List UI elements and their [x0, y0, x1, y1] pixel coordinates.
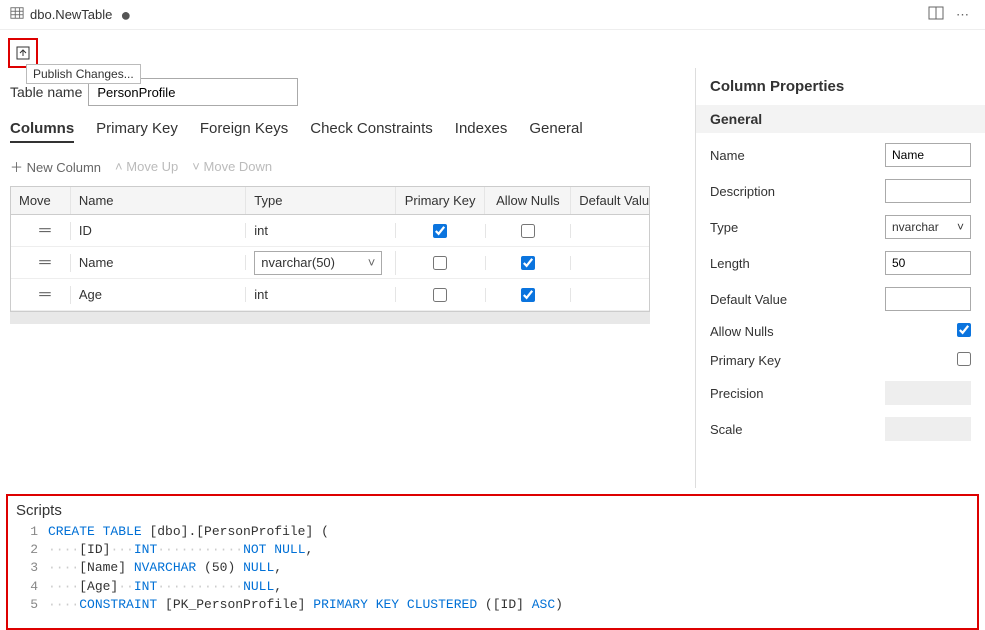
chevron-down-icon: ˅ [192, 159, 200, 174]
prop-nulls-checkbox[interactable] [957, 323, 971, 337]
prop-type-select[interactable]: nvarchar˅ [885, 215, 971, 239]
tab-primary-key[interactable]: Primary Key [96, 120, 178, 143]
tab-check-constraints[interactable]: Check Constraints [310, 120, 433, 143]
prop-label-description: Description [710, 184, 885, 199]
table-row[interactable]: ═ Name nvarchar(50) ˅ [11, 247, 649, 279]
prop-default-input[interactable] [885, 287, 971, 311]
drag-handle-icon[interactable]: ═ [19, 222, 70, 240]
split-editor-icon[interactable] [922, 3, 950, 26]
columns-grid: Move Name Type Primary Key Allow Nulls D… [10, 186, 650, 312]
scripts-title: Scripts [16, 502, 969, 519]
move-up-button[interactable]: ˄ Move Up [115, 159, 178, 174]
tab-general[interactable]: General [529, 120, 582, 143]
cell-type[interactable]: int [246, 223, 396, 238]
table-icon [10, 6, 24, 23]
properties-section-general: General [696, 105, 985, 133]
col-header-pk: Primary Key [396, 187, 486, 214]
table-row[interactable]: ═ ID int [11, 215, 649, 247]
cell-name[interactable]: Name [71, 255, 246, 270]
dirty-indicator-icon: ● [120, 6, 131, 24]
cell-name[interactable]: ID [71, 223, 246, 238]
prop-label-scale: Scale [710, 422, 885, 437]
nulls-checkbox[interactable] [521, 288, 535, 302]
pk-checkbox[interactable] [433, 256, 447, 270]
prop-label-length: Length [710, 256, 885, 271]
col-header-type: Type [246, 187, 396, 214]
cell-type[interactable]: int [246, 287, 396, 302]
more-actions-icon[interactable]: ⋯ [950, 5, 975, 25]
nulls-checkbox[interactable] [521, 256, 535, 270]
prop-precision-readonly [885, 381, 971, 405]
scripts-panel: Scripts 1CREATE TABLE [dbo].[PersonProfi… [6, 494, 979, 630]
prop-label-precision: Precision [710, 386, 885, 401]
col-header-nulls: Allow Nulls [485, 187, 571, 214]
editor-tab-title: dbo.NewTable [30, 7, 112, 22]
horizontal-scrollbar[interactable] [10, 312, 650, 324]
new-column-button[interactable]: ＋ New Column [10, 157, 101, 176]
table-row[interactable]: ═ Age int [11, 279, 649, 311]
prop-length-input[interactable] [885, 251, 971, 275]
cell-name[interactable]: Age [71, 287, 246, 302]
properties-title: Column Properties [696, 68, 985, 105]
type-select[interactable]: nvarchar(50) ˅ [254, 251, 382, 275]
nulls-checkbox[interactable] [521, 224, 535, 238]
col-header-move: Move [11, 187, 71, 214]
chevron-down-icon: ˅ [957, 220, 964, 234]
prop-label-nulls: Allow Nulls [710, 324, 957, 339]
pk-checkbox[interactable] [433, 288, 447, 302]
prop-name-input[interactable] [885, 143, 971, 167]
publish-tooltip: Publish Changes... [26, 64, 141, 84]
tab-indexes[interactable]: Indexes [455, 120, 508, 143]
prop-label-name: Name [710, 148, 885, 163]
prop-scale-readonly [885, 417, 971, 441]
drag-handle-icon[interactable]: ═ [19, 286, 70, 304]
prop-description-input[interactable] [885, 179, 971, 203]
pk-checkbox[interactable] [433, 224, 447, 238]
scripts-code[interactable]: 1CREATE TABLE [dbo].[PersonProfile] ( 2·… [16, 523, 969, 614]
tab-foreign-keys[interactable]: Foreign Keys [200, 120, 288, 143]
prop-label-type: Type [710, 220, 885, 235]
publish-changes-button[interactable] [12, 42, 34, 64]
prop-pk-checkbox[interactable] [957, 352, 971, 366]
drag-handle-icon[interactable]: ═ [19, 254, 70, 272]
chevron-up-icon: ˄ [115, 159, 123, 174]
prop-label-pk: Primary Key [710, 353, 957, 368]
table-name-label: Table name [10, 84, 82, 100]
chevron-down-icon: ˅ [368, 255, 376, 270]
col-header-name: Name [71, 187, 246, 214]
prop-label-default: Default Value [710, 292, 885, 307]
tab-columns[interactable]: Columns [10, 120, 74, 143]
col-header-def: Default Value [571, 187, 649, 214]
move-down-button[interactable]: ˅ Move Down [192, 159, 272, 174]
